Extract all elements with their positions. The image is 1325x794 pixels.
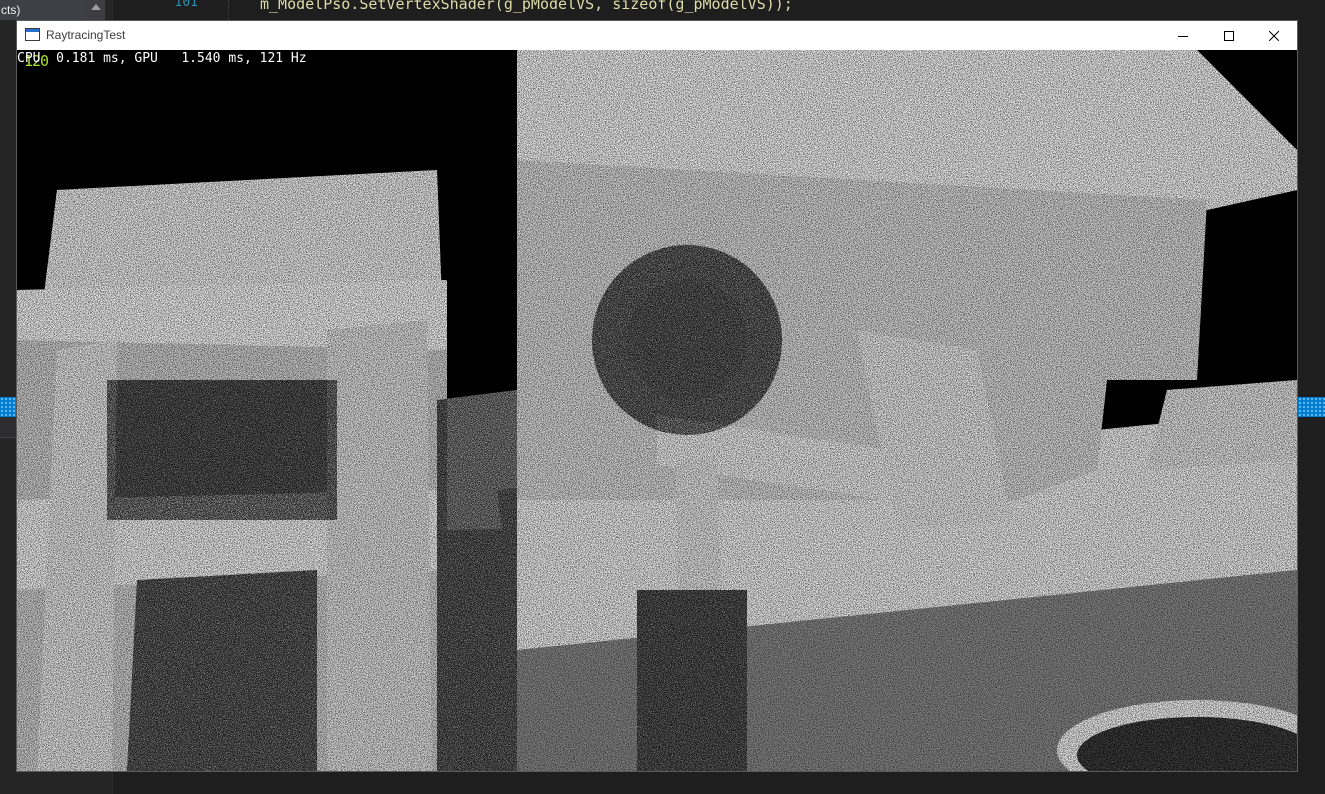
minimize-icon xyxy=(1178,35,1188,37)
chevron-up-icon xyxy=(91,4,101,10)
raytraced-scene-viewport[interactable]: 120 CPU 0.181 ms, GPU 1.540 ms, 121 Hz xyxy=(17,50,1297,771)
maximize-button[interactable] xyxy=(1206,21,1252,50)
close-button[interactable] xyxy=(1251,21,1297,50)
window-title: RaytracingTest xyxy=(46,28,126,42)
ide-status-strip-right xyxy=(1298,397,1325,417)
minimize-button[interactable] xyxy=(1160,21,1206,50)
maximize-icon xyxy=(1224,30,1234,41)
app-window-icon xyxy=(25,28,40,41)
raytracing-window[interactable]: RaytracingTest 120 CPU 0.181 ms, GPU 1.5… xyxy=(17,21,1297,771)
solution-tree-item[interactable]: cts) xyxy=(0,0,87,20)
desktop: cts) 101 m_ModelPso.SetVertexShader(g_pM… xyxy=(0,0,1325,794)
ide-status-strip-left xyxy=(0,397,17,417)
code-line[interactable]: m_ModelPso.SetVertexShader(g_pModelVS, s… xyxy=(260,0,793,13)
line-number: 101 xyxy=(174,0,198,10)
raytraced-scene-image xyxy=(17,50,1297,771)
solution-scroll-up-button[interactable] xyxy=(87,0,105,20)
close-icon xyxy=(1269,30,1279,41)
performance-stats: CPU 0.181 ms, GPU 1.540 ms, 121 Hz xyxy=(17,51,307,66)
window-titlebar[interactable]: RaytracingTest xyxy=(17,21,1297,50)
